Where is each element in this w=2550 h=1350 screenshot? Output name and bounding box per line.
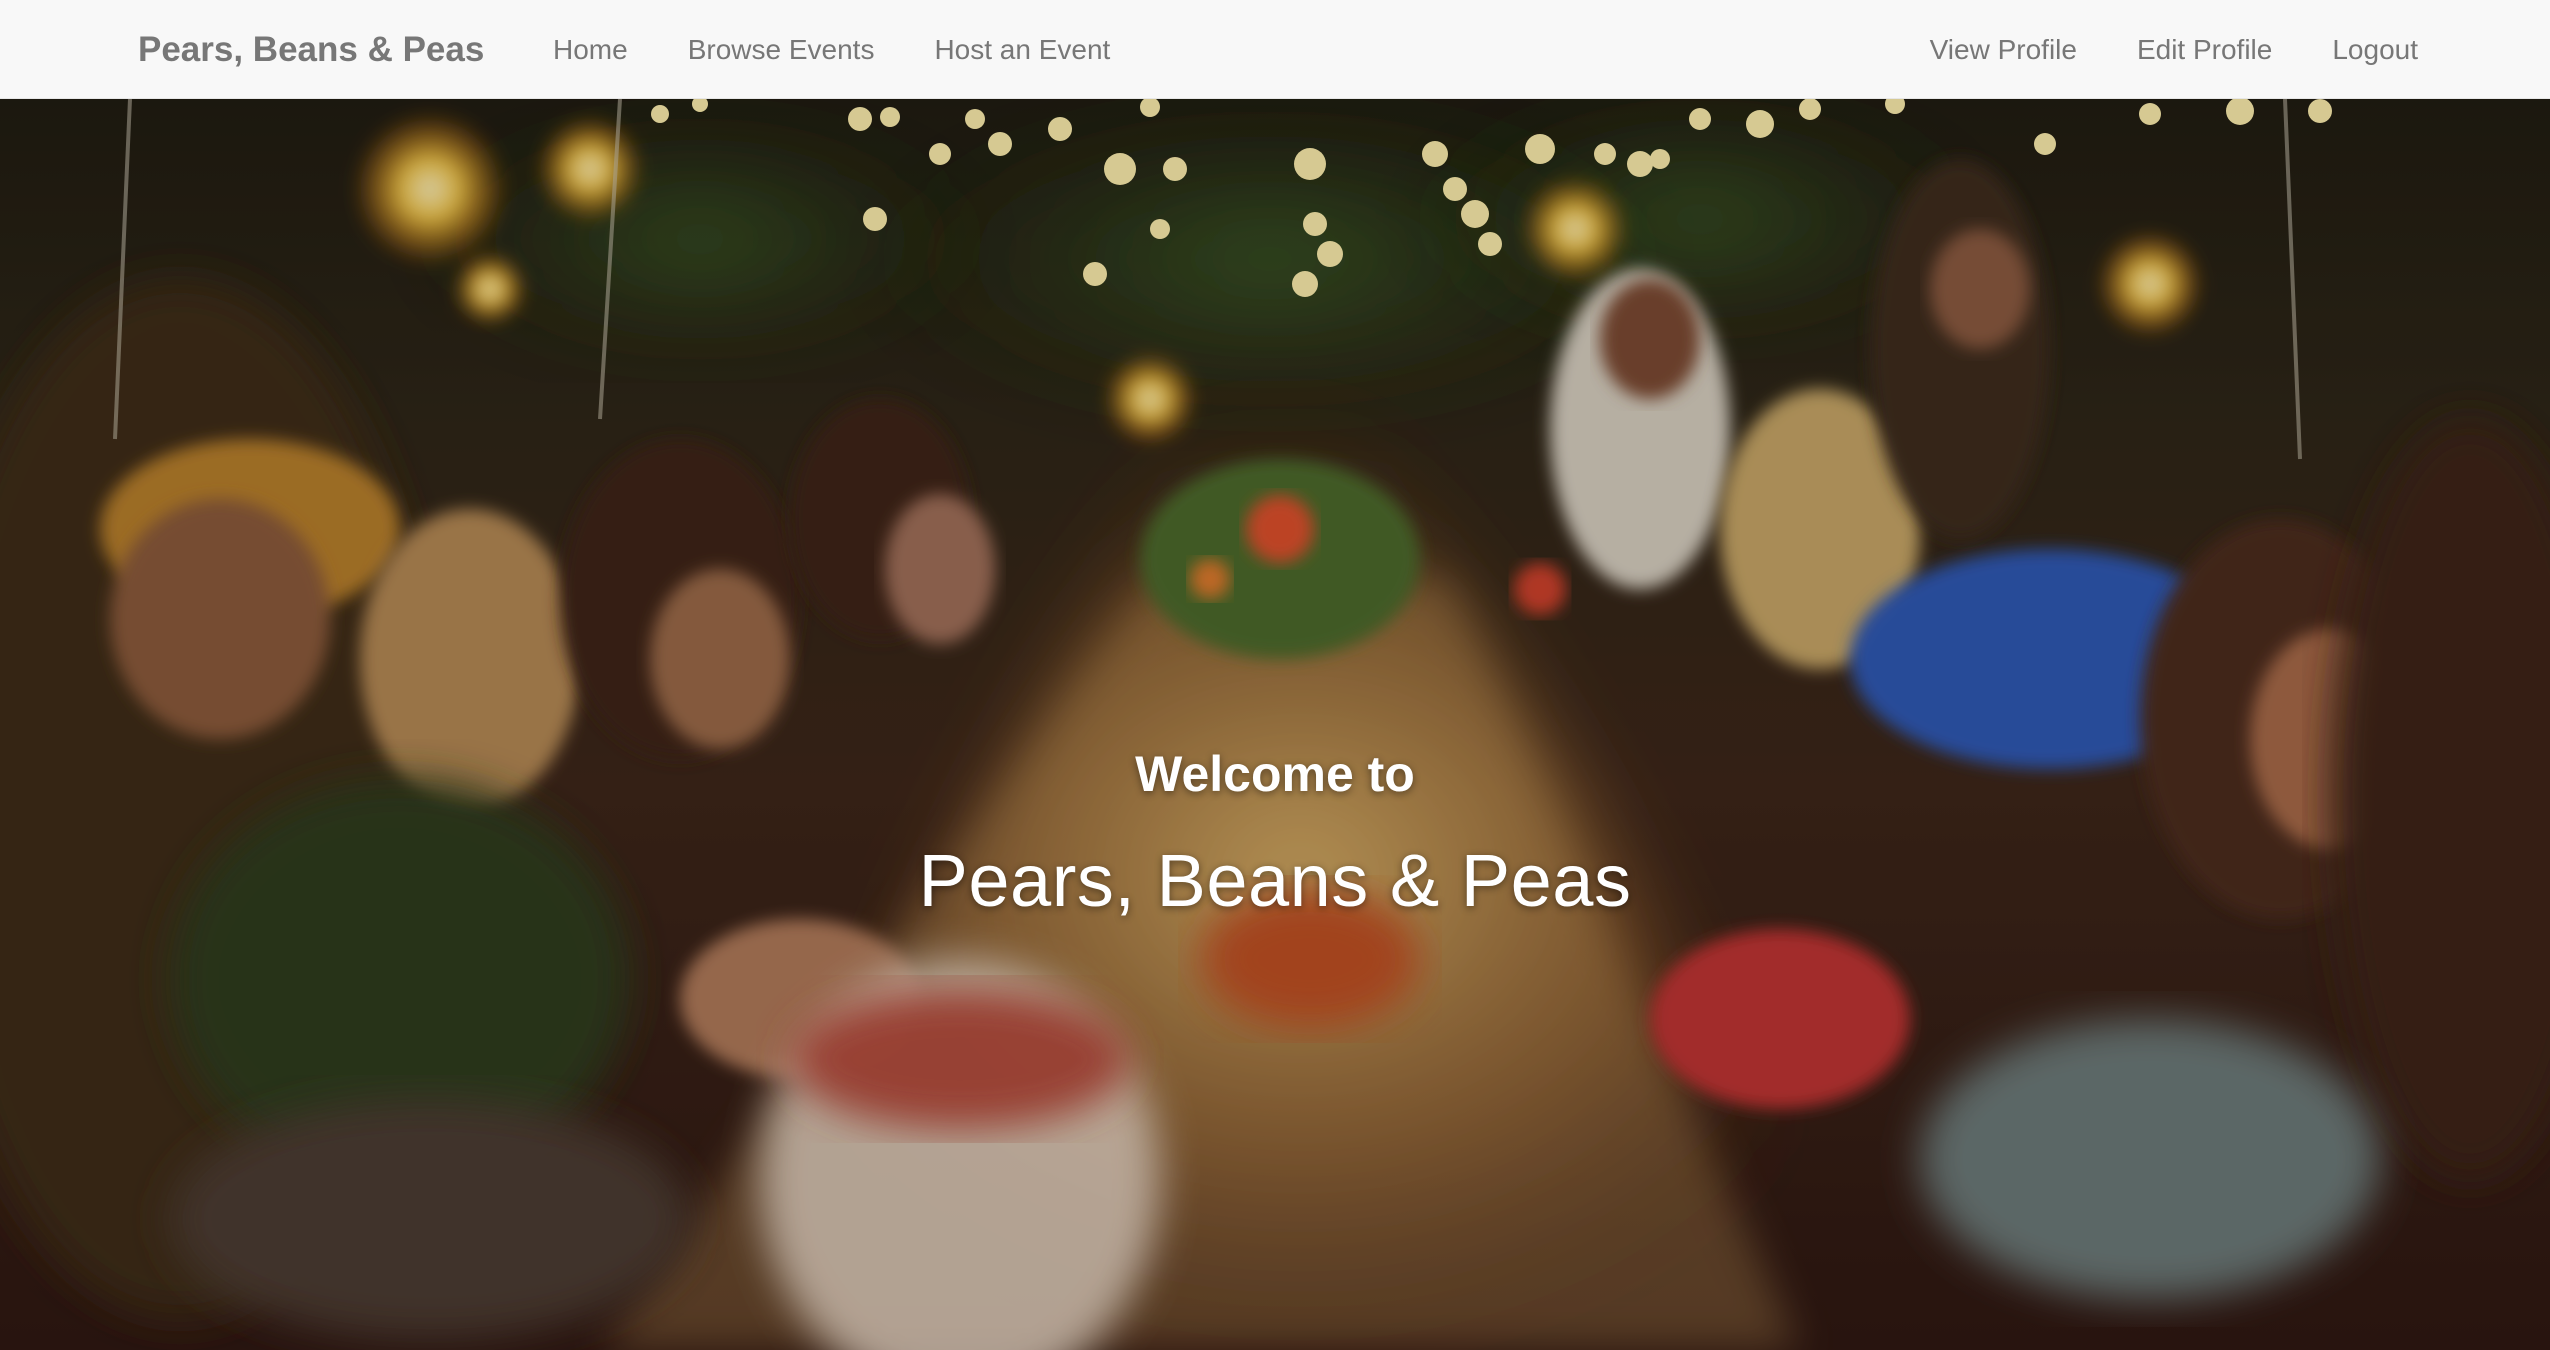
nav-edit-profile-link[interactable]: Edit Profile (2137, 34, 2272, 65)
top-navbar: Pears, Beans & Peas Home Browse Events H… (0, 0, 2550, 99)
nav-browse-events-link[interactable]: Browse Events (688, 34, 875, 65)
hero-welcome-text: Welcome to (1135, 746, 1415, 802)
nav-host-event-link[interactable]: Host an Event (934, 34, 1110, 65)
nav-right-menu: View Profile Edit Profile Logout (1870, 0, 2418, 99)
hero-title: Pears, Beans & Peas (918, 839, 1632, 922)
nav-view-profile-link[interactable]: View Profile (1930, 34, 2077, 65)
nav-left-menu: Home Browse Events Host an Event (553, 0, 1170, 99)
hero-dark-overlay (0, 99, 2550, 1350)
hero-section: Welcome to Pears, Beans & Peas (0, 99, 2550, 1350)
page: Pears, Beans & Peas Home Browse Events H… (0, 0, 2550, 1350)
nav-home-link[interactable]: Home (553, 34, 628, 65)
nav-logout-link[interactable]: Logout (2332, 34, 2418, 65)
brand-link[interactable]: Pears, Beans & Peas (138, 0, 484, 99)
